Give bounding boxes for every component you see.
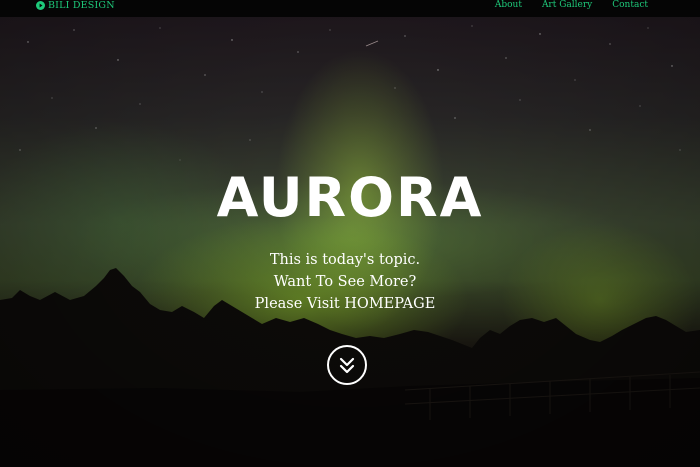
hero-subtitle-line: Please Visit HOMEPAGE bbox=[254, 296, 436, 312]
double-chevron-down-icon bbox=[339, 357, 355, 374]
play-circle-icon bbox=[36, 1, 45, 10]
hero-subtitle-line: This is today's topic. bbox=[269, 252, 421, 268]
nav-link-about[interactable]: About bbox=[495, 0, 522, 11]
top-navigation-bar: BILI DESIGN About Art Gallery Contact bbox=[0, 0, 700, 17]
nav-link-art-gallery[interactable]: Art Gallery bbox=[542, 0, 592, 11]
hero-subtitle-line: Want To See More? bbox=[273, 274, 417, 290]
hero-title: AURORA bbox=[216, 166, 484, 229]
main-nav: About Art Gallery Contact bbox=[495, 0, 648, 11]
brand-name: BILI DESIGN bbox=[48, 0, 115, 11]
scroll-down-button[interactable] bbox=[327, 345, 367, 385]
brand-logo-link[interactable]: BILI DESIGN bbox=[36, 0, 115, 11]
page: BILI DESIGN About Art Gallery Contact AU… bbox=[0, 0, 700, 467]
hero-subtitle: This is today's topic. Want To See More?… bbox=[0, 249, 690, 315]
nav-link-contact[interactable]: Contact bbox=[612, 0, 648, 11]
image-vignette bbox=[0, 0, 700, 467]
